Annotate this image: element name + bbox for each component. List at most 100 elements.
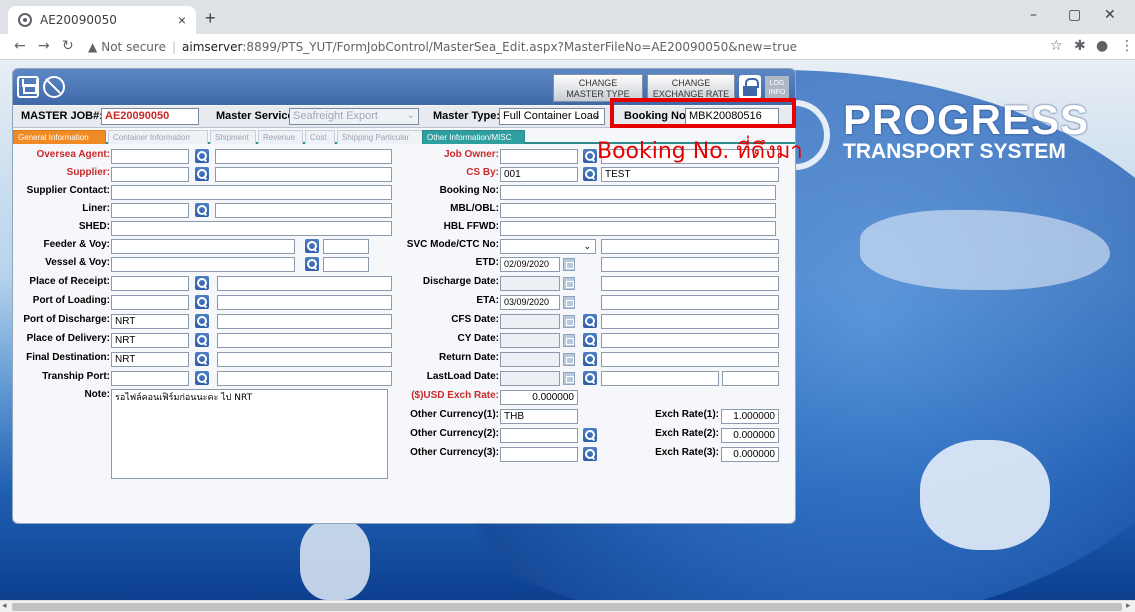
exch-rate-2-field[interactable]: 0.000000 — [721, 428, 779, 443]
master-type-select[interactable]: Full Container Load ⌄ — [499, 108, 605, 125]
calendar-icon[interactable] — [563, 372, 575, 385]
search-icon[interactable] — [195, 371, 209, 385]
place-of-delivery-code-field[interactable]: NRT — [111, 333, 189, 348]
tab-shipping-particular[interactable]: Shipping Particular — [337, 130, 423, 144]
calendar-icon[interactable] — [563, 353, 575, 366]
cancel-icon[interactable] — [43, 76, 65, 98]
tab-cost[interactable]: Cost — [305, 130, 335, 144]
cy-name-field[interactable] — [601, 333, 779, 348]
tab-other-information-misc[interactable]: Other Information/MISC — [422, 130, 525, 144]
lastload-extra-field[interactable] — [722, 371, 779, 386]
supplier-code-field[interactable] — [111, 167, 189, 182]
tab-container-information[interactable]: Container Information — [108, 130, 208, 144]
calendar-icon[interactable] — [563, 277, 575, 290]
new-tab-button[interactable]: + — [205, 8, 216, 29]
other-currency-3-field[interactable] — [500, 447, 578, 462]
tab-shipment[interactable]: Shipment — [210, 130, 256, 144]
return-name-field[interactable] — [601, 352, 779, 367]
search-icon[interactable] — [305, 257, 319, 271]
liner-code-field[interactable] — [111, 203, 189, 218]
search-icon[interactable] — [583, 314, 597, 328]
mbl-obl-field[interactable] — [500, 203, 776, 218]
close-tab-icon[interactable]: × — [178, 12, 186, 28]
port-of-loading-code-field[interactable] — [111, 295, 189, 310]
maximize-icon[interactable]: ▢ — [1068, 7, 1081, 23]
calendar-icon[interactable] — [563, 258, 575, 271]
place-of-receipt-name-field[interactable] — [217, 276, 392, 291]
cfs-name-field[interactable] — [601, 314, 779, 329]
search-icon[interactable] — [195, 203, 209, 217]
etd-date-field[interactable]: 02/09/2020 — [500, 257, 560, 272]
other-currency-1-field[interactable]: THB — [500, 409, 578, 424]
oversea-agent-code-field[interactable] — [111, 149, 189, 164]
search-icon[interactable] — [195, 295, 209, 309]
search-icon[interactable] — [305, 239, 319, 253]
ctc-no-field[interactable] — [601, 239, 779, 254]
master-service-select[interactable]: Seafreight Export ⌄ — [289, 108, 419, 125]
horizontal-scrollbar[interactable]: ◂ ▸ — [0, 600, 1135, 612]
minimize-icon[interactable]: – — [1030, 7, 1037, 23]
scroll-left-icon[interactable]: ◂ — [2, 600, 7, 611]
supplier-name-field[interactable] — [215, 167, 392, 182]
port-of-discharge-name-field[interactable] — [217, 314, 392, 329]
extensions-icon[interactable]: ✱ — [1074, 38, 1086, 54]
scrollbar-thumb[interactable] — [12, 603, 1122, 611]
tab-revenue[interactable]: Revenue — [258, 130, 303, 144]
lastload-date-field[interactable] — [500, 371, 560, 386]
search-icon[interactable] — [583, 333, 597, 347]
master-job-field[interactable]: AE20090050 — [101, 108, 199, 125]
feeder-field[interactable] — [111, 239, 295, 254]
job-owner-code-field[interactable] — [500, 149, 578, 164]
final-destination-code-field[interactable]: NRT — [111, 352, 189, 367]
back-arrow-icon[interactable]: ← — [14, 38, 26, 54]
menu-icon[interactable]: ⋮ — [1120, 38, 1134, 54]
cy-date-field[interactable] — [500, 333, 560, 348]
discharge-date-field[interactable] — [500, 276, 560, 291]
cfs-date-field[interactable] — [500, 314, 560, 329]
search-icon[interactable] — [195, 276, 209, 290]
search-icon[interactable] — [195, 167, 209, 181]
place-of-receipt-code-field[interactable] — [111, 276, 189, 291]
eta-note-field[interactable] — [601, 295, 779, 310]
booking-no-form-field[interactable] — [500, 185, 776, 200]
feeder-voy-field[interactable] — [323, 239, 369, 254]
search-icon[interactable] — [195, 333, 209, 347]
final-destination-name-field[interactable] — [217, 352, 392, 367]
eta-date-field[interactable]: 03/09/2020 — [500, 295, 560, 310]
calendar-icon[interactable] — [563, 334, 575, 347]
hbl-ffwd-field[interactable] — [500, 221, 776, 236]
account-icon[interactable]: ● — [1096, 38, 1108, 54]
search-icon[interactable] — [583, 149, 597, 163]
lastload-name-field[interactable] — [601, 371, 719, 386]
oversea-agent-name-field[interactable] — [215, 149, 392, 164]
exch-rate-3-field[interactable]: 0.000000 — [721, 447, 779, 462]
calendar-icon[interactable] — [563, 296, 575, 309]
supplier-contact-field[interactable] — [111, 185, 392, 200]
vessel-field[interactable] — [111, 257, 295, 272]
liner-name-field[interactable] — [215, 203, 392, 218]
cs-by-name-field[interactable]: TEST — [601, 167, 779, 182]
search-icon[interactable] — [195, 149, 209, 163]
vessel-voy-field[interactable] — [323, 257, 369, 272]
return-date-field[interactable] — [500, 352, 560, 367]
tranship-port-name-field[interactable] — [217, 371, 392, 386]
tranship-port-code-field[interactable] — [111, 371, 189, 386]
tab-general-information[interactable]: General Information — [13, 130, 106, 144]
search-icon[interactable] — [583, 371, 597, 385]
search-icon[interactable] — [583, 447, 597, 461]
log-info-button[interactable]: LOG INFO — [765, 76, 789, 98]
forward-arrow-icon[interactable]: → — [38, 38, 50, 54]
usd-exch-rate-field[interactable]: 0.000000 — [500, 390, 578, 405]
discharge-note-field[interactable] — [601, 276, 779, 291]
etd-note-field[interactable] — [601, 257, 779, 272]
calendar-icon[interactable] — [563, 315, 575, 328]
save-icon[interactable] — [17, 76, 39, 98]
shed-field[interactable] — [111, 221, 392, 236]
lock-icon[interactable] — [739, 75, 761, 99]
reload-icon[interactable]: ↻ — [62, 38, 74, 54]
search-icon[interactable] — [583, 352, 597, 366]
search-icon[interactable] — [195, 314, 209, 328]
other-currency-2-field[interactable] — [500, 428, 578, 443]
port-of-discharge-code-field[interactable]: NRT — [111, 314, 189, 329]
exch-rate-1-field[interactable]: 1.000000 — [721, 409, 779, 424]
